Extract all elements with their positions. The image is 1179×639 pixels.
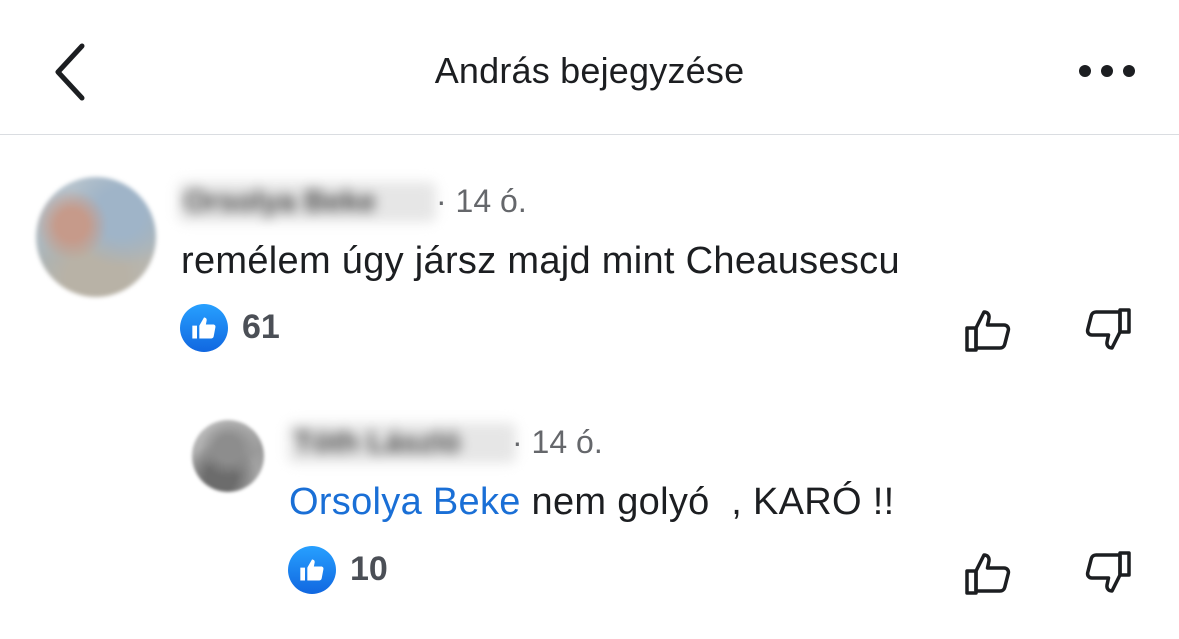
avatar[interactable] xyxy=(36,177,156,297)
mention-link[interactable]: Orsolya Beke xyxy=(289,481,521,523)
like-reaction-icon xyxy=(288,546,336,594)
thumbs-up-icon[interactable] xyxy=(962,547,1014,599)
comment-timestamp: · 14 ó. xyxy=(436,183,527,219)
avatar[interactable] xyxy=(192,420,264,492)
like-reaction-icon xyxy=(180,304,228,352)
page-title: András bejegyzése xyxy=(434,50,745,91)
comment-author-name[interactable]: Orsolya Beke xyxy=(178,182,436,222)
more-options-button[interactable] xyxy=(1072,58,1142,84)
reply-body: nem golyó , KARÓ !! xyxy=(520,481,895,523)
thumbs-up-icon[interactable] xyxy=(962,304,1014,356)
reply-text: Orsolya Beke nem golyó , KARÓ !! xyxy=(289,481,894,524)
comment-text: remélem úgy jársz majd mint Cheausescu xyxy=(181,240,900,282)
reaction-count[interactable]: 10 xyxy=(350,550,388,589)
reply-author-name[interactable]: Tóth László xyxy=(288,423,516,463)
thumbs-down-icon[interactable] xyxy=(1082,304,1134,356)
thumbs-down-icon[interactable] xyxy=(1082,547,1134,599)
reaction-count[interactable]: 61 xyxy=(242,308,280,347)
ellipsis-icon xyxy=(1079,65,1135,77)
reply-timestamp: · 14 ó. xyxy=(512,424,603,460)
top-bar: András bejegyzése xyxy=(0,0,1179,135)
